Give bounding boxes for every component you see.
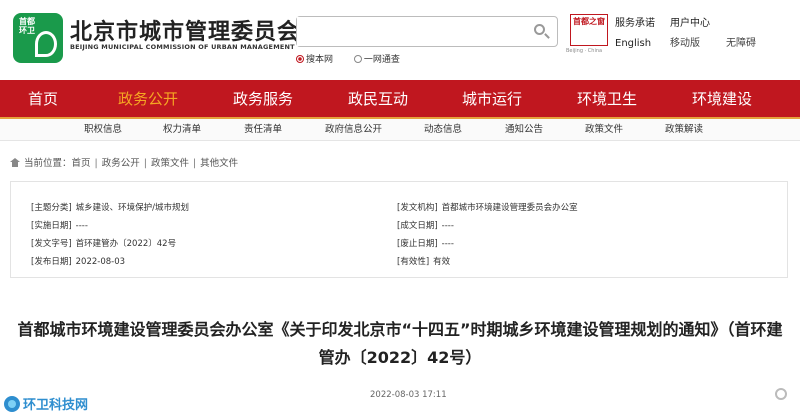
subnav-item[interactable]: 通知公告	[505, 119, 543, 141]
search-icon[interactable]	[533, 23, 551, 41]
radio-checked-icon	[296, 55, 304, 63]
site-header: 首都环卫 北京市城市管理委员会 BEIJING MUNICIPAL COMMIS…	[0, 0, 800, 80]
breadcrumb-item[interactable]: 首页	[72, 158, 91, 169]
home-icon	[10, 158, 20, 167]
subnav-item[interactable]: 责任清单	[244, 119, 282, 141]
nav-env-construction[interactable]: 环境建设	[692, 80, 752, 118]
top-links-col-2: 用户中心 移动版	[670, 17, 710, 57]
document-title: 首都城市环境建设管理委员会办公室《关于印发北京市“十四五”时期城乡环境建设管理规…	[17, 320, 783, 367]
subnav-item[interactable]: 动态信息	[424, 119, 462, 141]
meta-doc-number: [发文字号] 首环建管办〔2022〕42号	[31, 239, 177, 249]
nav-city-operation[interactable]: 城市运行	[462, 80, 522, 118]
mobile-version-link[interactable]: 移动版	[670, 37, 710, 57]
nav-interaction[interactable]: 政民互动	[348, 80, 408, 118]
breadcrumb: 当前位置：首页 | 政务公开 | 政策文件 | 其他文件	[10, 155, 238, 169]
site-logo[interactable]: 首都环卫	[13, 13, 63, 63]
meta-repeal-date: [废止日期] ----	[397, 239, 454, 249]
breadcrumb-item[interactable]: 其他文件	[200, 158, 238, 169]
subnav-item[interactable]: 职权信息	[84, 119, 122, 141]
sub-nav: 职权信息 权力清单 责任清单 政府信息公开 动态信息 通知公告 政策文件 政策解…	[0, 119, 800, 141]
share-icon[interactable]	[775, 388, 787, 400]
leaf-icon	[35, 31, 57, 57]
main-nav: 首页 政务公开 政务服务 政民互动 城市运行 环境卫生 环境建设	[0, 80, 800, 118]
subnav-item[interactable]: 政策解读	[665, 119, 703, 141]
breadcrumb-item[interactable]: 政务公开	[102, 158, 140, 169]
meta-validity: [有效性] 有效	[397, 257, 451, 267]
document-metadata: [主题分类] 城乡建设、环境保护/城市规划 [实施日期] ---- [发文字号] 首环…	[10, 181, 788, 278]
breadcrumb-sep: |	[94, 158, 98, 169]
accessibility-link[interactable]: 无障碍	[726, 37, 756, 57]
breadcrumb-item[interactable]: 政策文件	[151, 158, 189, 169]
search-scope-all[interactable]: 一网通查	[353, 55, 400, 65]
meta-written-date: [成文日期] ----	[397, 221, 454, 231]
site-name-en: BEIJING MUNICIPAL COMMISSION OF URBAN MA…	[70, 43, 295, 51]
subnav-item[interactable]: 权力清单	[163, 119, 201, 141]
search-scope-site[interactable]: 搜本网	[296, 55, 333, 65]
top-links-col-1: 服务承诺 English	[615, 17, 655, 57]
watermark: 环卫科技网	[4, 393, 89, 413]
breadcrumb-sep: |	[192, 158, 197, 169]
service-commitment-link[interactable]: 服务承诺	[615, 17, 655, 37]
subnav-item[interactable]: 政府信息公开	[325, 119, 382, 141]
search-input[interactable]	[297, 17, 517, 46]
radio-unchecked-icon	[353, 55, 362, 63]
nav-gov-services[interactable]: 政务服务	[233, 80, 293, 118]
capital-logo-text: 首都之窗	[573, 17, 605, 26]
meta-subject: [主题分类] 城乡建设、环境保护/城市规划	[31, 203, 190, 213]
logo-text: 首都环卫	[19, 17, 35, 35]
subnav-item[interactable]: 政策文件	[585, 119, 623, 141]
watermark-text: 环卫科技网	[23, 398, 89, 413]
page: 首都环卫 北京市城市管理委员会 BEIJING MUNICIPAL COMMIS…	[0, 0, 800, 413]
capital-logo-sub: Beijing · China	[566, 48, 603, 54]
nav-gov-affairs-open[interactable]: 政务公开	[118, 80, 178, 118]
search-scope-options: 搜本网 一网通查	[296, 52, 418, 65]
meta-effective-date: [实施日期] ----	[31, 221, 88, 231]
site-name[interactable]: 北京市城市管理委员会	[70, 14, 300, 46]
search-box	[296, 16, 558, 47]
english-link[interactable]: English	[615, 37, 655, 57]
document-date: 2022-08-03 17:11	[370, 390, 447, 400]
watermark-icon	[4, 395, 20, 412]
meta-issuer: [发文机构] 首都城市环境建设管理委员会办公室	[397, 203, 578, 213]
breadcrumb-prefix: 当前位置：	[24, 158, 72, 169]
nav-home[interactable]: 首页	[28, 80, 58, 118]
capital-window-logo[interactable]: 首都之窗	[570, 14, 608, 46]
nav-sanitation[interactable]: 环境卫生	[577, 80, 637, 118]
user-center-link[interactable]: 用户中心	[670, 17, 710, 37]
meta-publish-date: [发布日期] 2022-08-03	[31, 257, 126, 267]
top-links-col-3: 无障碍	[726, 17, 756, 57]
breadcrumb-sep: |	[143, 158, 147, 169]
